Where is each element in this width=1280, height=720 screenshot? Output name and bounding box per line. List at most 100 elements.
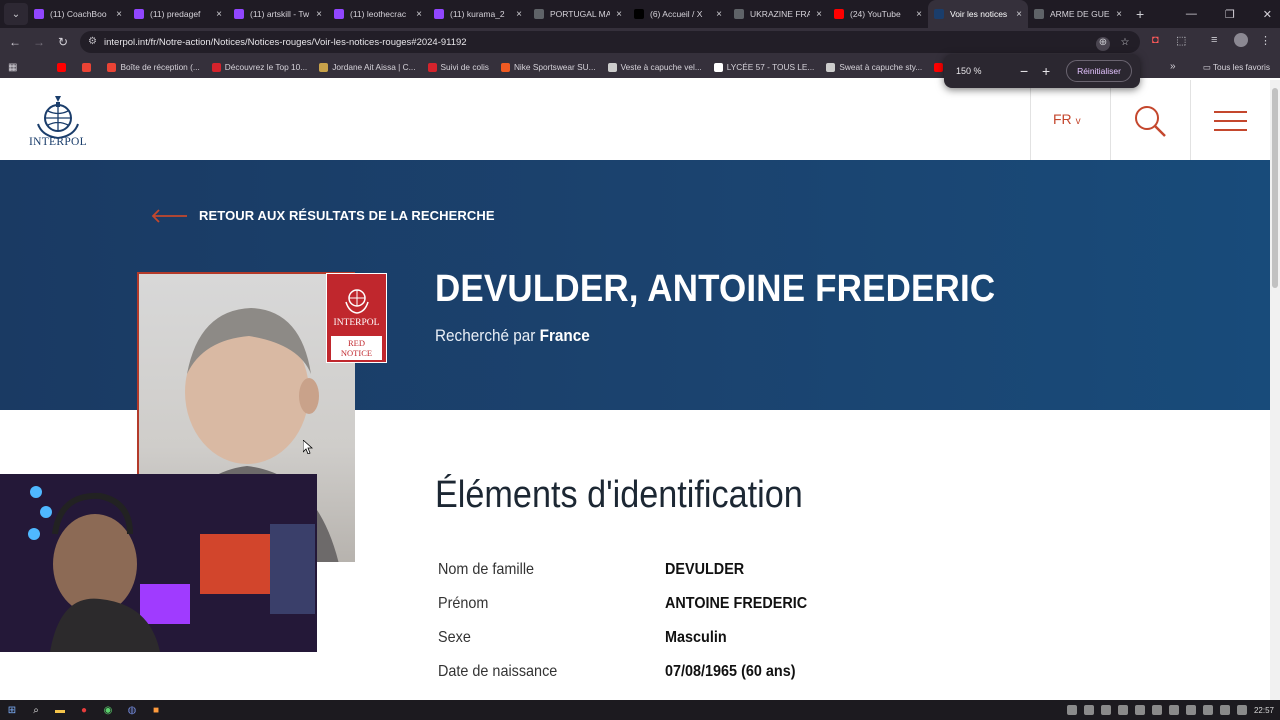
language-selector[interactable]: FR v bbox=[1053, 111, 1081, 127]
close-tab-icon[interactable]: × bbox=[616, 9, 622, 20]
field-label: Date de naissance bbox=[438, 663, 558, 680]
browser-toolbar: ← → ↻ ⚙ interpol.int/fr/Notre-action/Not… bbox=[0, 28, 1280, 56]
tray-icon[interactable] bbox=[1185, 705, 1196, 715]
tab-title: (11) leothecrac bbox=[350, 9, 407, 19]
badge-label: RED NOTICE bbox=[331, 336, 382, 360]
bookmark-item[interactable]: Boîte de réception (... bbox=[101, 62, 205, 72]
tab-title: (24) YouTube bbox=[850, 9, 901, 19]
tab-search-icon[interactable]: ⌄ bbox=[4, 3, 28, 25]
start-icon[interactable]: ⊞ bbox=[2, 700, 22, 720]
tray-icon[interactable] bbox=[1219, 705, 1230, 715]
zoom-out-button[interactable]: − bbox=[1020, 63, 1028, 79]
tray-icon[interactable] bbox=[1134, 705, 1145, 715]
bookmark-favicon-icon bbox=[211, 62, 221, 72]
obs-icon[interactable]: ■ bbox=[146, 700, 166, 720]
bookmark-item[interactable]: Veste à capuche vel... bbox=[602, 62, 708, 72]
reload-icon[interactable]: ↻ bbox=[51, 35, 75, 49]
close-tab-icon[interactable]: × bbox=[1116, 9, 1122, 20]
tray-icon[interactable] bbox=[1151, 705, 1162, 715]
window-controls: — ❐ ✕ bbox=[1186, 0, 1272, 28]
header-divider bbox=[1030, 80, 1031, 160]
tab-title: PORTUGAL MA bbox=[550, 9, 611, 19]
tab-title: Voir les notices bbox=[950, 9, 1008, 19]
extensions-puzzle-icon[interactable]: ⬚ bbox=[1176, 34, 1186, 47]
search-icon[interactable] bbox=[1133, 104, 1167, 138]
close-tab-icon[interactable]: × bbox=[416, 9, 422, 20]
discord-icon[interactable]: ◍ bbox=[122, 700, 142, 720]
tray-icon[interactable] bbox=[1066, 705, 1077, 715]
app-red-icon[interactable]: ● bbox=[74, 700, 94, 720]
close-tab-icon[interactable]: × bbox=[716, 9, 722, 20]
close-tab-icon[interactable]: × bbox=[316, 9, 322, 20]
file-explorer-icon[interactable]: ▬ bbox=[50, 700, 70, 720]
back-to-results-link[interactable]: RETOUR AUX RÉSULTATS DE LA RECHERCHE bbox=[151, 208, 495, 223]
bookmark-favicon-icon bbox=[57, 62, 67, 72]
tray-icon[interactable] bbox=[1202, 705, 1213, 715]
chrome-icon[interactable]: ◉ bbox=[98, 700, 118, 720]
bookmark-label: Veste à capuche vel... bbox=[620, 62, 702, 72]
browser-tab[interactable]: (11) kurama_2 × bbox=[428, 0, 528, 28]
bookmark-item[interactable]: Jordane Ait Aissa | C... bbox=[313, 62, 421, 72]
badge-line-red: RED bbox=[348, 338, 365, 348]
search-taskbar-icon[interactable]: ⌕ bbox=[26, 700, 46, 720]
media-controls-icon[interactable]: ≡ bbox=[1211, 34, 1217, 46]
zoom-icon[interactable]: ⊕ bbox=[1096, 37, 1110, 51]
section-title: Éléments d'identification bbox=[435, 474, 803, 516]
browser-tab[interactable]: (24) YouTube × bbox=[828, 0, 928, 28]
browser-tab[interactable]: PORTUGAL MA × bbox=[528, 0, 628, 28]
apps-grid-icon[interactable]: ▦ bbox=[8, 62, 17, 73]
browser-tab[interactable]: UKRAZINE FRA × bbox=[728, 0, 828, 28]
new-tab-icon[interactable]: + bbox=[1136, 6, 1144, 22]
scrollbar-thumb[interactable] bbox=[1272, 88, 1278, 288]
browser-tab[interactable]: (11) predagef × bbox=[128, 0, 228, 28]
bookmark-item[interactable]: Découvrez le Top 10... bbox=[206, 62, 313, 72]
browser-tab[interactable]: (6) Accueil / X × bbox=[628, 0, 728, 28]
bookmark-item[interactable]: Suivi de colis bbox=[422, 62, 495, 72]
minimize-icon[interactable]: — bbox=[1186, 8, 1197, 20]
profile-avatar[interactable] bbox=[1234, 33, 1248, 47]
webcam-overlay bbox=[0, 474, 317, 652]
extension-icon[interactable]: ◘ bbox=[1152, 34, 1159, 46]
browser-menu-icon[interactable]: ⋮ bbox=[1260, 34, 1271, 47]
close-tab-icon[interactable]: × bbox=[516, 9, 522, 20]
tab-favicon-icon bbox=[1034, 9, 1044, 19]
zoom-reset-button[interactable]: Réinitialiser bbox=[1066, 60, 1132, 82]
zoom-in-button[interactable]: + bbox=[1042, 63, 1050, 79]
tab-list: (11) CoachBoo × (11) predagef × (11) artskil… bbox=[28, 0, 1128, 28]
close-window-icon[interactable]: ✕ bbox=[1263, 8, 1272, 21]
close-tab-icon[interactable]: × bbox=[816, 9, 822, 20]
address-bar[interactable]: ⚙ interpol.int/fr/Notre-action/Notices/N… bbox=[80, 31, 1140, 53]
close-tab-icon[interactable]: × bbox=[216, 9, 222, 20]
browser-tab[interactable]: (11) CoachBoo × bbox=[28, 0, 128, 28]
clock[interactable]: 22:57 bbox=[1254, 706, 1274, 715]
all-bookmarks-folder[interactable]: ▭ Tous les favoris bbox=[1203, 62, 1270, 72]
tab-favicon-icon bbox=[734, 9, 744, 19]
browser-tab[interactable]: Voir les notices × bbox=[928, 0, 1028, 28]
bookmark-item[interactable] bbox=[51, 62, 76, 72]
back-icon[interactable]: ← bbox=[3, 35, 27, 49]
hamburger-menu-icon[interactable] bbox=[1214, 110, 1248, 134]
tray-icon[interactable] bbox=[1117, 705, 1128, 715]
forward-icon[interactable]: → bbox=[27, 35, 51, 49]
header-divider bbox=[1110, 80, 1111, 160]
tray-icon[interactable] bbox=[1083, 705, 1094, 715]
close-tab-icon[interactable]: × bbox=[116, 9, 122, 20]
tray-icon[interactable] bbox=[1100, 705, 1111, 715]
restore-icon[interactable]: ❐ bbox=[1225, 8, 1235, 21]
tray-icon[interactable] bbox=[1168, 705, 1179, 715]
more-bookmarks-icon[interactable]: » bbox=[1170, 61, 1176, 72]
page-scrollbar[interactable] bbox=[1270, 80, 1280, 700]
browser-tab[interactable]: ARME DE GUE × bbox=[1028, 0, 1128, 28]
bookmark-item[interactable]: Nike Sportswear SU... bbox=[495, 62, 602, 72]
bookmark-item[interactable] bbox=[76, 62, 101, 72]
bookmark-item[interactable]: Sweat à capuche sty... bbox=[820, 62, 928, 72]
close-tab-icon[interactable]: × bbox=[1016, 9, 1022, 20]
close-tab-icon[interactable]: × bbox=[916, 9, 922, 20]
bookmark-star-icon[interactable]: ☆ bbox=[1118, 37, 1132, 51]
browser-tab[interactable]: (11) leothecrac × bbox=[328, 0, 428, 28]
bookmark-item[interactable]: LYCÉE 57 - TOUS LE... bbox=[708, 62, 821, 72]
browser-tab[interactable]: (11) artskill - Tw × bbox=[228, 0, 328, 28]
bookmark-label: Suivi de colis bbox=[440, 62, 489, 72]
site-info-icon[interactable]: ⚙ bbox=[88, 36, 97, 47]
tray-icon[interactable] bbox=[1236, 705, 1247, 715]
